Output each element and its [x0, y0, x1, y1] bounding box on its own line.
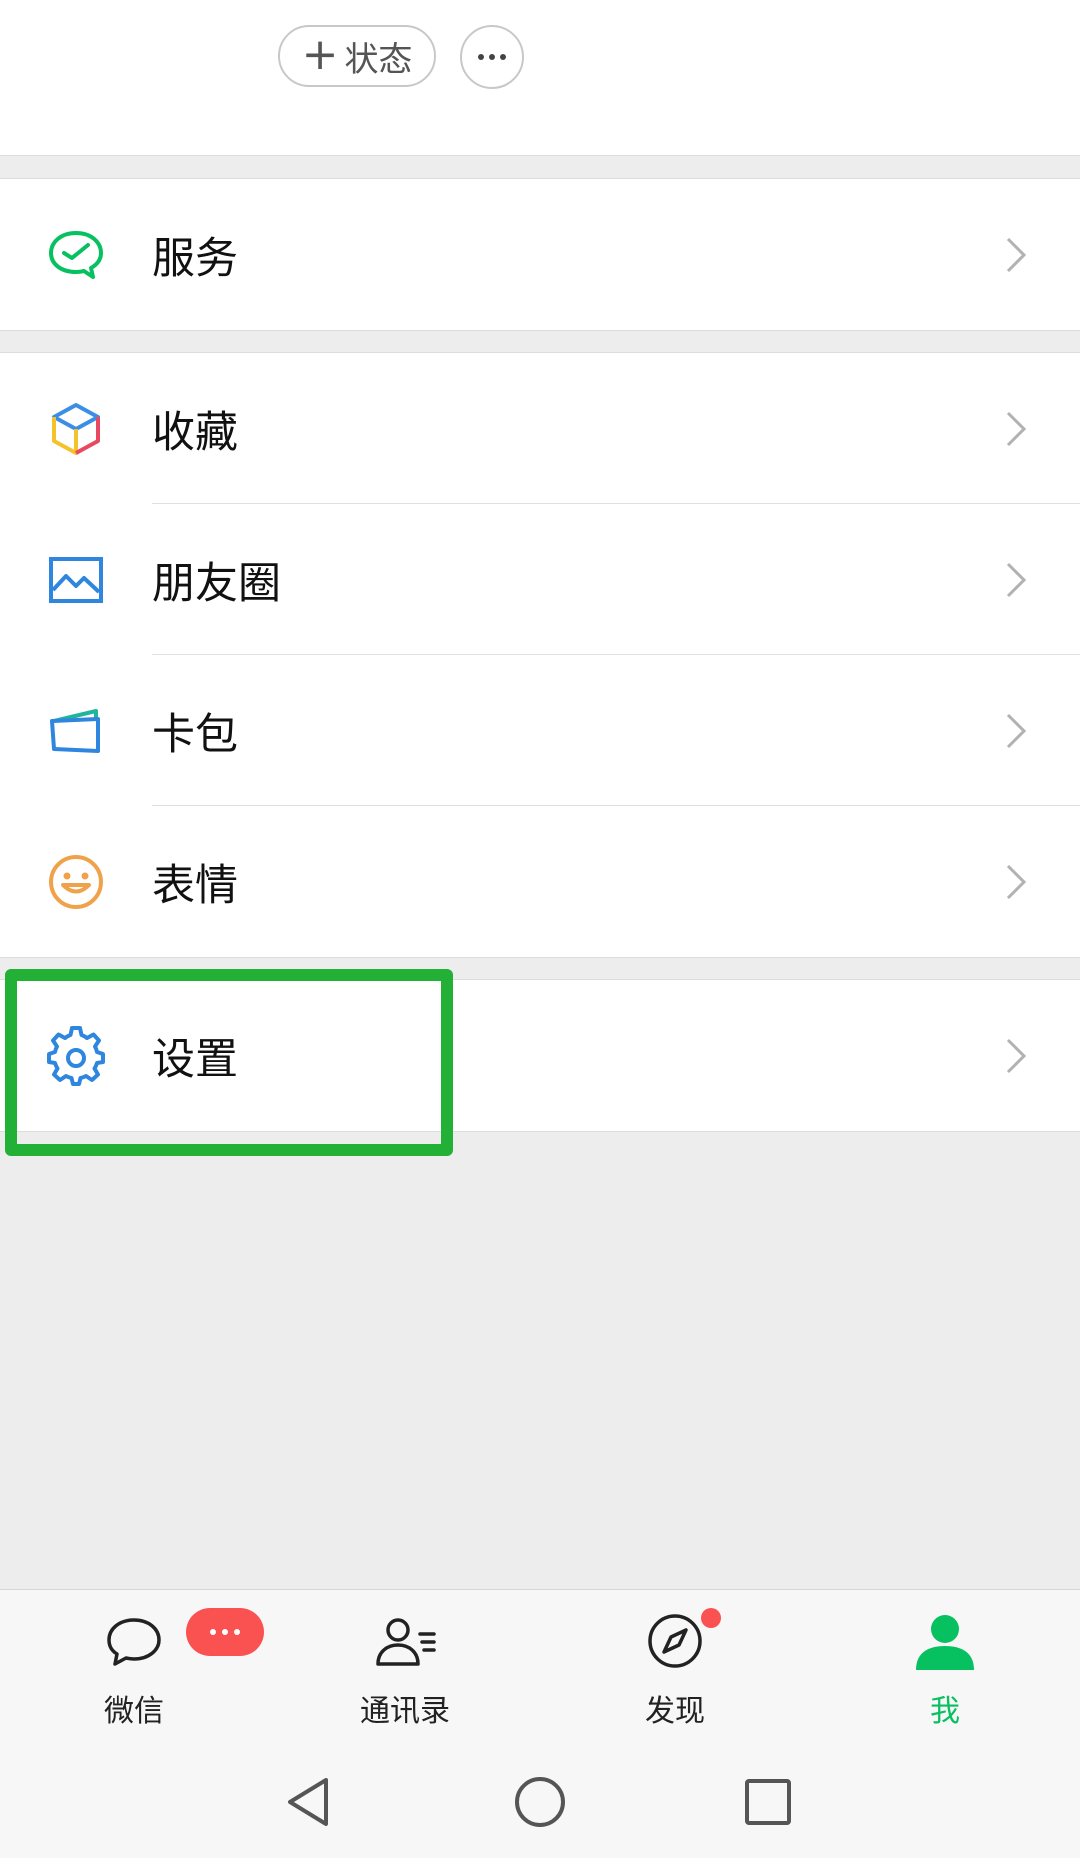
settings-label: 设置	[152, 1034, 238, 1085]
status-label: 状态	[344, 39, 413, 80]
add-status-button[interactable]: + 状态	[278, 25, 436, 87]
settings-group: 设置	[0, 979, 1080, 1132]
home-circle-icon[interactable]	[510, 1772, 570, 1832]
tab-contacts[interactable]: 通讯录	[305, 1590, 505, 1745]
more-button[interactable]	[460, 25, 524, 89]
plus-icon: +	[301, 28, 339, 80]
back-triangle-icon[interactable]	[278, 1772, 338, 1832]
tab-me-label: 我	[930, 1694, 960, 1729]
card-wallet-icon	[50, 708, 100, 753]
tab-discover[interactable]: 发现	[575, 1590, 775, 1745]
chat-bubble-icon	[107, 1618, 161, 1666]
menu-item-favorites[interactable]: 收藏	[0, 353, 1080, 504]
bottom-tab-bar: 微信 通讯录 发现 我	[0, 1589, 1080, 1745]
menu-item-moments[interactable]: 朋友圈	[0, 504, 1080, 655]
chevron-right-icon	[1006, 411, 1027, 446]
chevron-right-icon	[1006, 562, 1027, 597]
services-label: 服务	[152, 233, 238, 284]
tab-chats[interactable]: 微信	[34, 1590, 264, 1745]
recents-square-icon[interactable]	[738, 1772, 798, 1832]
picture-icon	[49, 556, 103, 603]
profile-header: + 状态	[0, 0, 1080, 156]
menu-item-cards[interactable]: 卡包	[0, 655, 1080, 806]
tab-chats-label: 微信	[104, 1694, 164, 1729]
person-icon	[916, 1615, 974, 1670]
smiley-icon	[49, 854, 103, 909]
system-navigation-bar	[0, 1744, 1080, 1858]
ellipsis-icon	[478, 54, 484, 60]
moments-label: 朋友圈	[152, 558, 281, 609]
cube-icon	[52, 402, 100, 455]
chevron-right-icon	[1006, 713, 1027, 748]
menu-item-services[interactable]: 服务	[0, 179, 1080, 330]
menu-item-stickers[interactable]: 表情	[0, 806, 1080, 957]
tab-me[interactable]: 我	[845, 1590, 1045, 1745]
menu-item-settings[interactable]: 设置	[0, 980, 1080, 1131]
chevron-right-icon	[1006, 1038, 1027, 1073]
gear-icon	[47, 1025, 105, 1086]
wechat-pay-icon	[49, 230, 103, 279]
stickers-label: 表情	[152, 860, 238, 911]
compass-icon	[648, 1614, 702, 1668]
discover-notification-dot	[701, 1608, 721, 1628]
chevron-right-icon	[1006, 237, 1027, 272]
contacts-icon	[376, 1618, 436, 1666]
unread-badge	[186, 1608, 264, 1656]
services-group: 服务	[0, 178, 1080, 331]
chevron-right-icon	[1006, 864, 1027, 899]
tab-contacts-label: 通讯录	[360, 1694, 450, 1729]
favorites-label: 收藏	[152, 407, 238, 458]
tab-discover-label: 发现	[645, 1694, 705, 1729]
cards-label: 卡包	[152, 709, 238, 760]
features-group: 收藏 朋友圈 卡包 表情	[0, 352, 1080, 958]
